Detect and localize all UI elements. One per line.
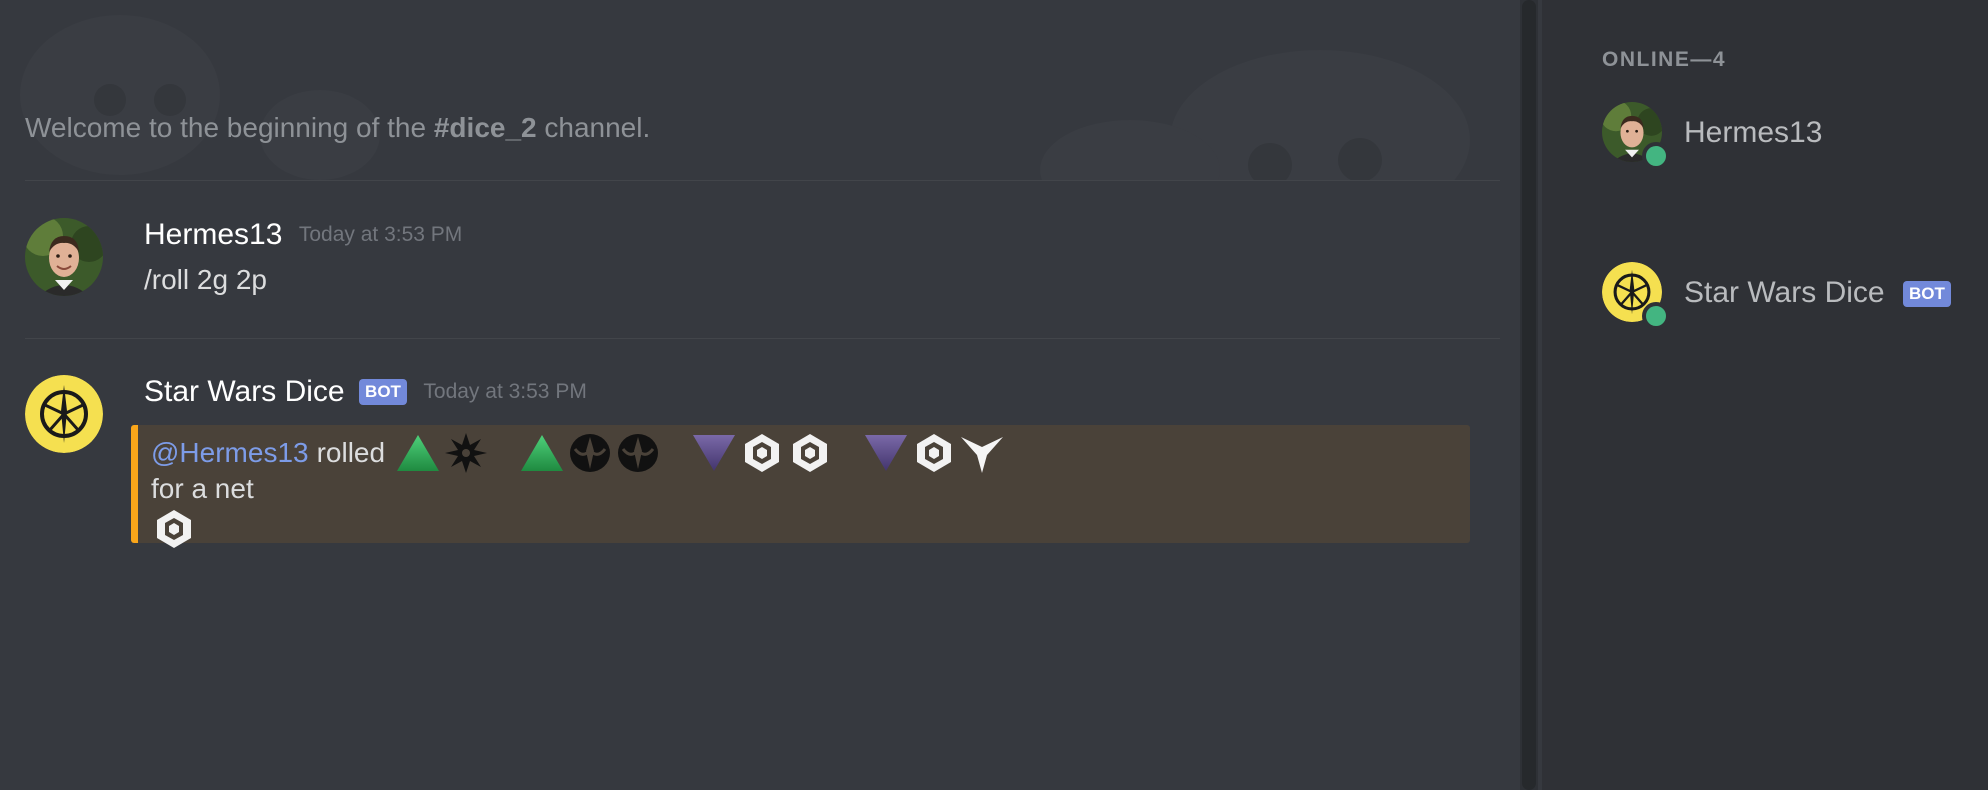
welcome-prefix: Welcome to the beginning of the: [25, 112, 434, 143]
member-name-row: Star Wars Dice BOT: [1684, 276, 1951, 310]
channel-welcome-text: Welcome to the beginning of the #dice_2 …: [25, 112, 650, 144]
failure-symbol-icon: [917, 434, 952, 472]
welcome-suffix: channel.: [536, 112, 651, 143]
member-name: Hermes13: [1684, 116, 1823, 149]
message-header: Star Wars Dice BOT Today at 3:53 PM: [144, 375, 587, 409]
channel-name[interactable]: #dice_2: [434, 112, 537, 143]
message-author[interactable]: Star Wars Dice: [144, 375, 345, 408]
roll-result-embed: @Hermes13 rolled for a net: [131, 425, 1470, 548]
avatar-image: [25, 218, 103, 296]
rolled-text: rolled: [316, 437, 386, 468]
success-symbol-icon: [570, 434, 611, 472]
message-divider: [25, 338, 1500, 339]
online-status-icon: [1642, 142, 1670, 170]
ability-die-icon: [397, 435, 440, 471]
failure-symbol-icon: [745, 434, 780, 472]
online-section-header: ONLINE—4: [1602, 48, 1727, 71]
message-timestamp: Today at 3:53 PM: [423, 380, 587, 403]
ability-die-icon: [521, 435, 564, 471]
message-author[interactable]: Hermes13: [144, 218, 282, 251]
failure-symbol-icon: [157, 510, 191, 548]
message-divider: [25, 180, 1500, 181]
member-name: Star Wars Dice: [1684, 276, 1885, 309]
failure-symbol-icon: [793, 434, 828, 472]
threat-symbol-icon: [961, 437, 1004, 473]
chat-area: Welcome to the beginning of the #dice_2 …: [0, 0, 1520, 790]
dice-results: [395, 431, 1007, 475]
message-timestamp: Today at 3:53 PM: [298, 223, 463, 246]
message-header: Hermes13 Today at 3:53 PM: [144, 218, 462, 252]
advantage-symbol-icon: [445, 433, 488, 473]
difficulty-die-icon: [693, 435, 736, 471]
difficulty-die-icon: [865, 435, 908, 471]
member-item-star-wars-dice[interactable]: Star Wars Dice BOT: [1602, 262, 1982, 330]
message-text: /roll 2g 2p: [144, 264, 267, 295]
user-mention[interactable]: @Hermes13: [151, 437, 309, 469]
member-item-hermes13[interactable]: Hermes13: [1602, 102, 1982, 170]
user-photo-avatar[interactable]: [25, 218, 103, 296]
discord-watermark-icon: [20, 15, 1470, 180]
member-list: ONLINE—4 Hermes13 Star Wars Dice BOT: [1542, 0, 1988, 790]
success-symbol-icon: [618, 434, 659, 472]
roll-line: @Hermes13 rolled: [151, 431, 1007, 475]
jedi-order-emblem-avatar[interactable]: [25, 375, 103, 453]
net-result-text: for a net: [151, 473, 254, 504]
chat-scrollbar-thumb[interactable]: [1522, 0, 1536, 790]
online-status-icon: [1642, 302, 1670, 330]
bot-tag: BOT: [1902, 281, 1951, 308]
bot-tag: BOT: [359, 379, 407, 405]
jedi-emblem-icon: [25, 375, 103, 453]
